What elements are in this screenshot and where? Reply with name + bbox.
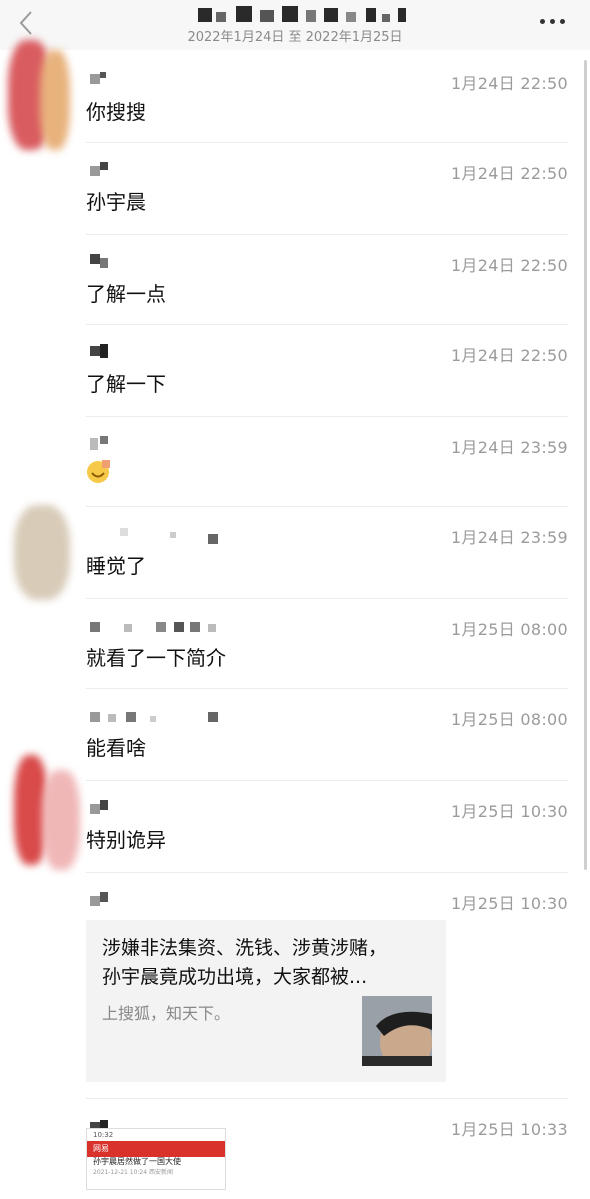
scrollbar[interactable] bbox=[584, 60, 587, 870]
link-card-title-line: 孙宇晨竟成功出境，大家都被... bbox=[102, 966, 368, 988]
divider bbox=[86, 598, 568, 599]
message-record: 1月25日 10:30 特别诡异 bbox=[86, 780, 568, 872]
message-time: 1月25日 10:30 bbox=[450, 894, 568, 913]
message-record: 1月24日 23:59 bbox=[86, 416, 568, 506]
message-time: 1月24日 22:50 bbox=[450, 164, 568, 183]
date-range: 2022年1月24日 至 2022年1月25日 bbox=[187, 30, 403, 45]
pixelated-title bbox=[198, 4, 413, 26]
smile-emoji-icon bbox=[87, 460, 110, 483]
chat-history-header: 2022年1月24日 至 2022年1月25日 bbox=[0, 0, 590, 50]
message-text: 孙宇晨 bbox=[86, 190, 146, 214]
message-time: 1月24日 22:50 bbox=[450, 74, 568, 93]
link-card-thumbnail bbox=[362, 996, 432, 1066]
avatar bbox=[42, 770, 80, 870]
message-record: 1月25日 10:33 10:32 网易 孙宇晨居然做了一国大使 2021-12… bbox=[86, 1098, 568, 1199]
divider bbox=[86, 234, 568, 235]
more-dots-icon[interactable] bbox=[540, 14, 566, 28]
divider bbox=[86, 506, 568, 507]
message-record: 1月25日 08:00 就看了一下简介 bbox=[86, 598, 568, 688]
message-time: 1月25日 10:33 bbox=[450, 1120, 568, 1139]
message-record: 1月25日 10:30 涉嫌非法集资、洗钱、涉黄涉赌， 孙宇晨竟成功出境，大家都… bbox=[86, 872, 568, 1100]
message-record: 1月25日 08:00 能看啥 bbox=[86, 688, 568, 780]
person-photo-icon bbox=[362, 996, 432, 1066]
message-record: 1月24日 23:59 睡觉了 bbox=[86, 506, 568, 598]
link-card-title: 涉嫌非法集资、洗钱、涉黄涉赌， 孙宇晨竟成功出境，大家都被... bbox=[102, 934, 442, 992]
screenshot-headline: 孙宇晨居然做了一国大使 bbox=[93, 1157, 181, 1166]
message-text: 睡觉了 bbox=[86, 554, 146, 578]
message-text: 了解一点 bbox=[86, 282, 166, 306]
screenshot-app-bar: 网易 bbox=[87, 1141, 225, 1157]
divider bbox=[86, 1098, 568, 1099]
message-record: 1月24日 22:50 了解一下 bbox=[86, 324, 568, 416]
message-time: 1月25日 08:00 bbox=[450, 620, 568, 639]
divider bbox=[86, 688, 568, 689]
link-card[interactable]: 涉嫌非法集资、洗钱、涉黄涉赌， 孙宇晨竟成功出境，大家都被... 上搜狐，知天下… bbox=[86, 920, 446, 1082]
sender-name-pixelated bbox=[90, 800, 110, 814]
message-time: 1月25日 10:30 bbox=[450, 802, 568, 821]
message-record: 1月24日 22:50 孙宇晨 bbox=[86, 142, 568, 234]
message-time: 1月25日 08:00 bbox=[450, 710, 568, 729]
message-time: 1月24日 23:59 bbox=[450, 438, 568, 457]
sender-name-pixelated bbox=[90, 618, 220, 632]
message-text: 你搜搜 bbox=[86, 100, 146, 124]
screenshot-status-bar: 10:32 bbox=[93, 1131, 114, 1139]
sender-name-pixelated bbox=[90, 72, 110, 86]
screenshot-meta: 2021-12-21 10:24 西安新闻 bbox=[93, 1169, 173, 1176]
divider bbox=[86, 142, 568, 143]
divider bbox=[86, 416, 568, 417]
divider bbox=[86, 872, 568, 873]
sender-name-pixelated bbox=[90, 436, 110, 450]
message-text: 能看啥 bbox=[86, 736, 146, 760]
divider bbox=[86, 780, 568, 781]
message-text: 特别诡异 bbox=[86, 828, 166, 852]
link-card-title-line: 涉嫌非法集资、洗钱、涉黄涉赌， bbox=[102, 937, 388, 959]
divider bbox=[86, 324, 568, 325]
message-text: 了解一下 bbox=[86, 372, 166, 396]
message-time: 1月24日 22:50 bbox=[450, 256, 568, 275]
avatar bbox=[14, 505, 70, 600]
sender-name-pixelated bbox=[90, 344, 110, 358]
sender-name-pixelated bbox=[90, 526, 220, 544]
message-time: 1月24日 22:50 bbox=[450, 346, 568, 365]
image-message-thumbnail[interactable]: 10:32 网易 孙宇晨居然做了一国大使 2021-12-21 10:24 西安… bbox=[86, 1128, 226, 1190]
message-time: 1月24日 23:59 bbox=[450, 528, 568, 547]
message-text: 就看了一下简介 bbox=[86, 646, 226, 670]
sender-name-pixelated bbox=[90, 892, 110, 906]
sender-name-pixelated bbox=[90, 162, 110, 176]
link-card-source: 上搜狐，知天下。 bbox=[102, 1004, 231, 1023]
message-record: 1月24日 22:50 你搜搜 bbox=[86, 52, 568, 142]
message-record: 1月24日 22:50 了解一点 bbox=[86, 234, 568, 324]
avatar bbox=[40, 50, 70, 150]
sender-name-pixelated bbox=[90, 708, 220, 722]
sender-name-pixelated bbox=[90, 254, 110, 268]
